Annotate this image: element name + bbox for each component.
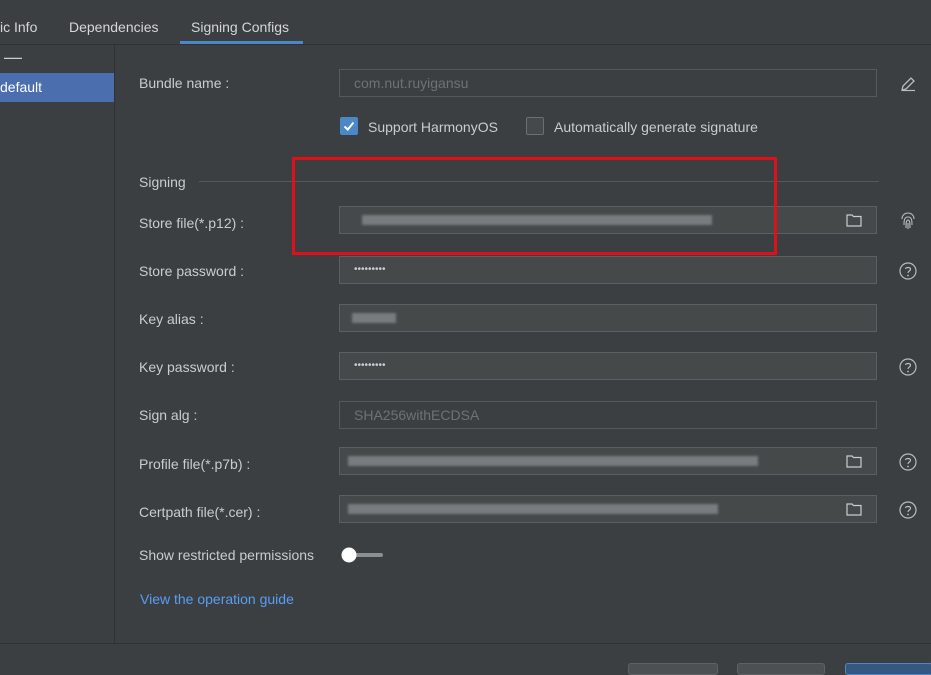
profile-file-field[interactable] <box>339 447 877 475</box>
folder-icon[interactable] <box>846 213 862 227</box>
sign-alg-value: SHA256withECDSA <box>354 407 480 423</box>
bundle-name-field: com.nut.ruyigansu <box>339 69 877 97</box>
restricted-permissions-label: Show restricted permissions <box>139 547 315 563</box>
bundle-name-value: com.nut.ruyigansu <box>354 75 469 91</box>
operation-guide-link[interactable]: View the operation guide <box>140 591 294 607</box>
highlight-box <box>292 157 777 255</box>
store-file-label: Store file(*.p12) : <box>139 215 245 231</box>
fingerprint-icon[interactable] <box>899 211 917 231</box>
sign-alg-label: Sign alg : <box>139 407 198 423</box>
tab-bar: ic Info Dependencies Signing Configs <box>0 0 931 45</box>
tab-signing-configs[interactable]: Signing Configs <box>179 0 304 44</box>
certpath-file-label: Certpath file(*.cer) : <box>139 504 261 520</box>
help-icon[interactable] <box>899 262 917 280</box>
config-list-item-label: default <box>0 79 43 95</box>
support-harmonyos-label: Support HarmonyOS <box>368 119 498 135</box>
dialog-button[interactable] <box>628 663 718 675</box>
tab-basic-info[interactable]: ic Info <box>0 0 37 44</box>
remove-config-button[interactable]: — <box>4 47 22 68</box>
dialog-primary-button[interactable] <box>845 663 931 675</box>
folder-icon[interactable] <box>846 502 862 516</box>
auto-signature-checkbox[interactable] <box>526 117 544 135</box>
key-password-label: Key password : <box>139 359 235 375</box>
key-alias-field[interactable] <box>339 304 877 332</box>
obscured-path <box>348 456 758 466</box>
profile-file-label: Profile file(*.p7b) : <box>139 456 251 472</box>
key-password-field[interactable]: ••••••••• <box>339 352 877 380</box>
dialog-button[interactable] <box>737 663 825 675</box>
auto-signature-label: Automatically generate signature <box>554 119 758 135</box>
key-alias-label: Key alias : <box>139 311 204 327</box>
obscured-alias <box>352 313 396 323</box>
support-harmonyos-checkbox[interactable] <box>340 117 358 135</box>
config-list-item-default[interactable]: default <box>0 73 114 102</box>
folder-icon[interactable] <box>846 454 862 468</box>
store-password-label: Store password : <box>139 263 245 279</box>
restricted-permissions-toggle[interactable] <box>341 547 385 563</box>
certpath-file-field[interactable] <box>339 495 877 523</box>
edit-icon[interactable] <box>900 76 916 92</box>
key-password-value: ••••••••• <box>354 360 386 371</box>
bundle-name-label: Bundle name : <box>139 75 230 91</box>
obscured-path <box>348 504 718 514</box>
help-icon[interactable] <box>899 453 917 471</box>
dialog-button-bar <box>0 643 931 675</box>
help-icon[interactable] <box>899 501 917 519</box>
check-icon <box>343 121 355 131</box>
tab-dependencies[interactable]: Dependencies <box>69 0 159 44</box>
help-icon[interactable] <box>899 358 917 376</box>
config-list-panel: — default <box>0 45 115 643</box>
sign-alg-field: SHA256withECDSA <box>339 401 877 429</box>
store-password-value: ••••••••• <box>354 264 386 275</box>
signing-section-title: Signing <box>139 174 186 190</box>
store-password-field[interactable]: ••••••••• <box>339 256 877 284</box>
